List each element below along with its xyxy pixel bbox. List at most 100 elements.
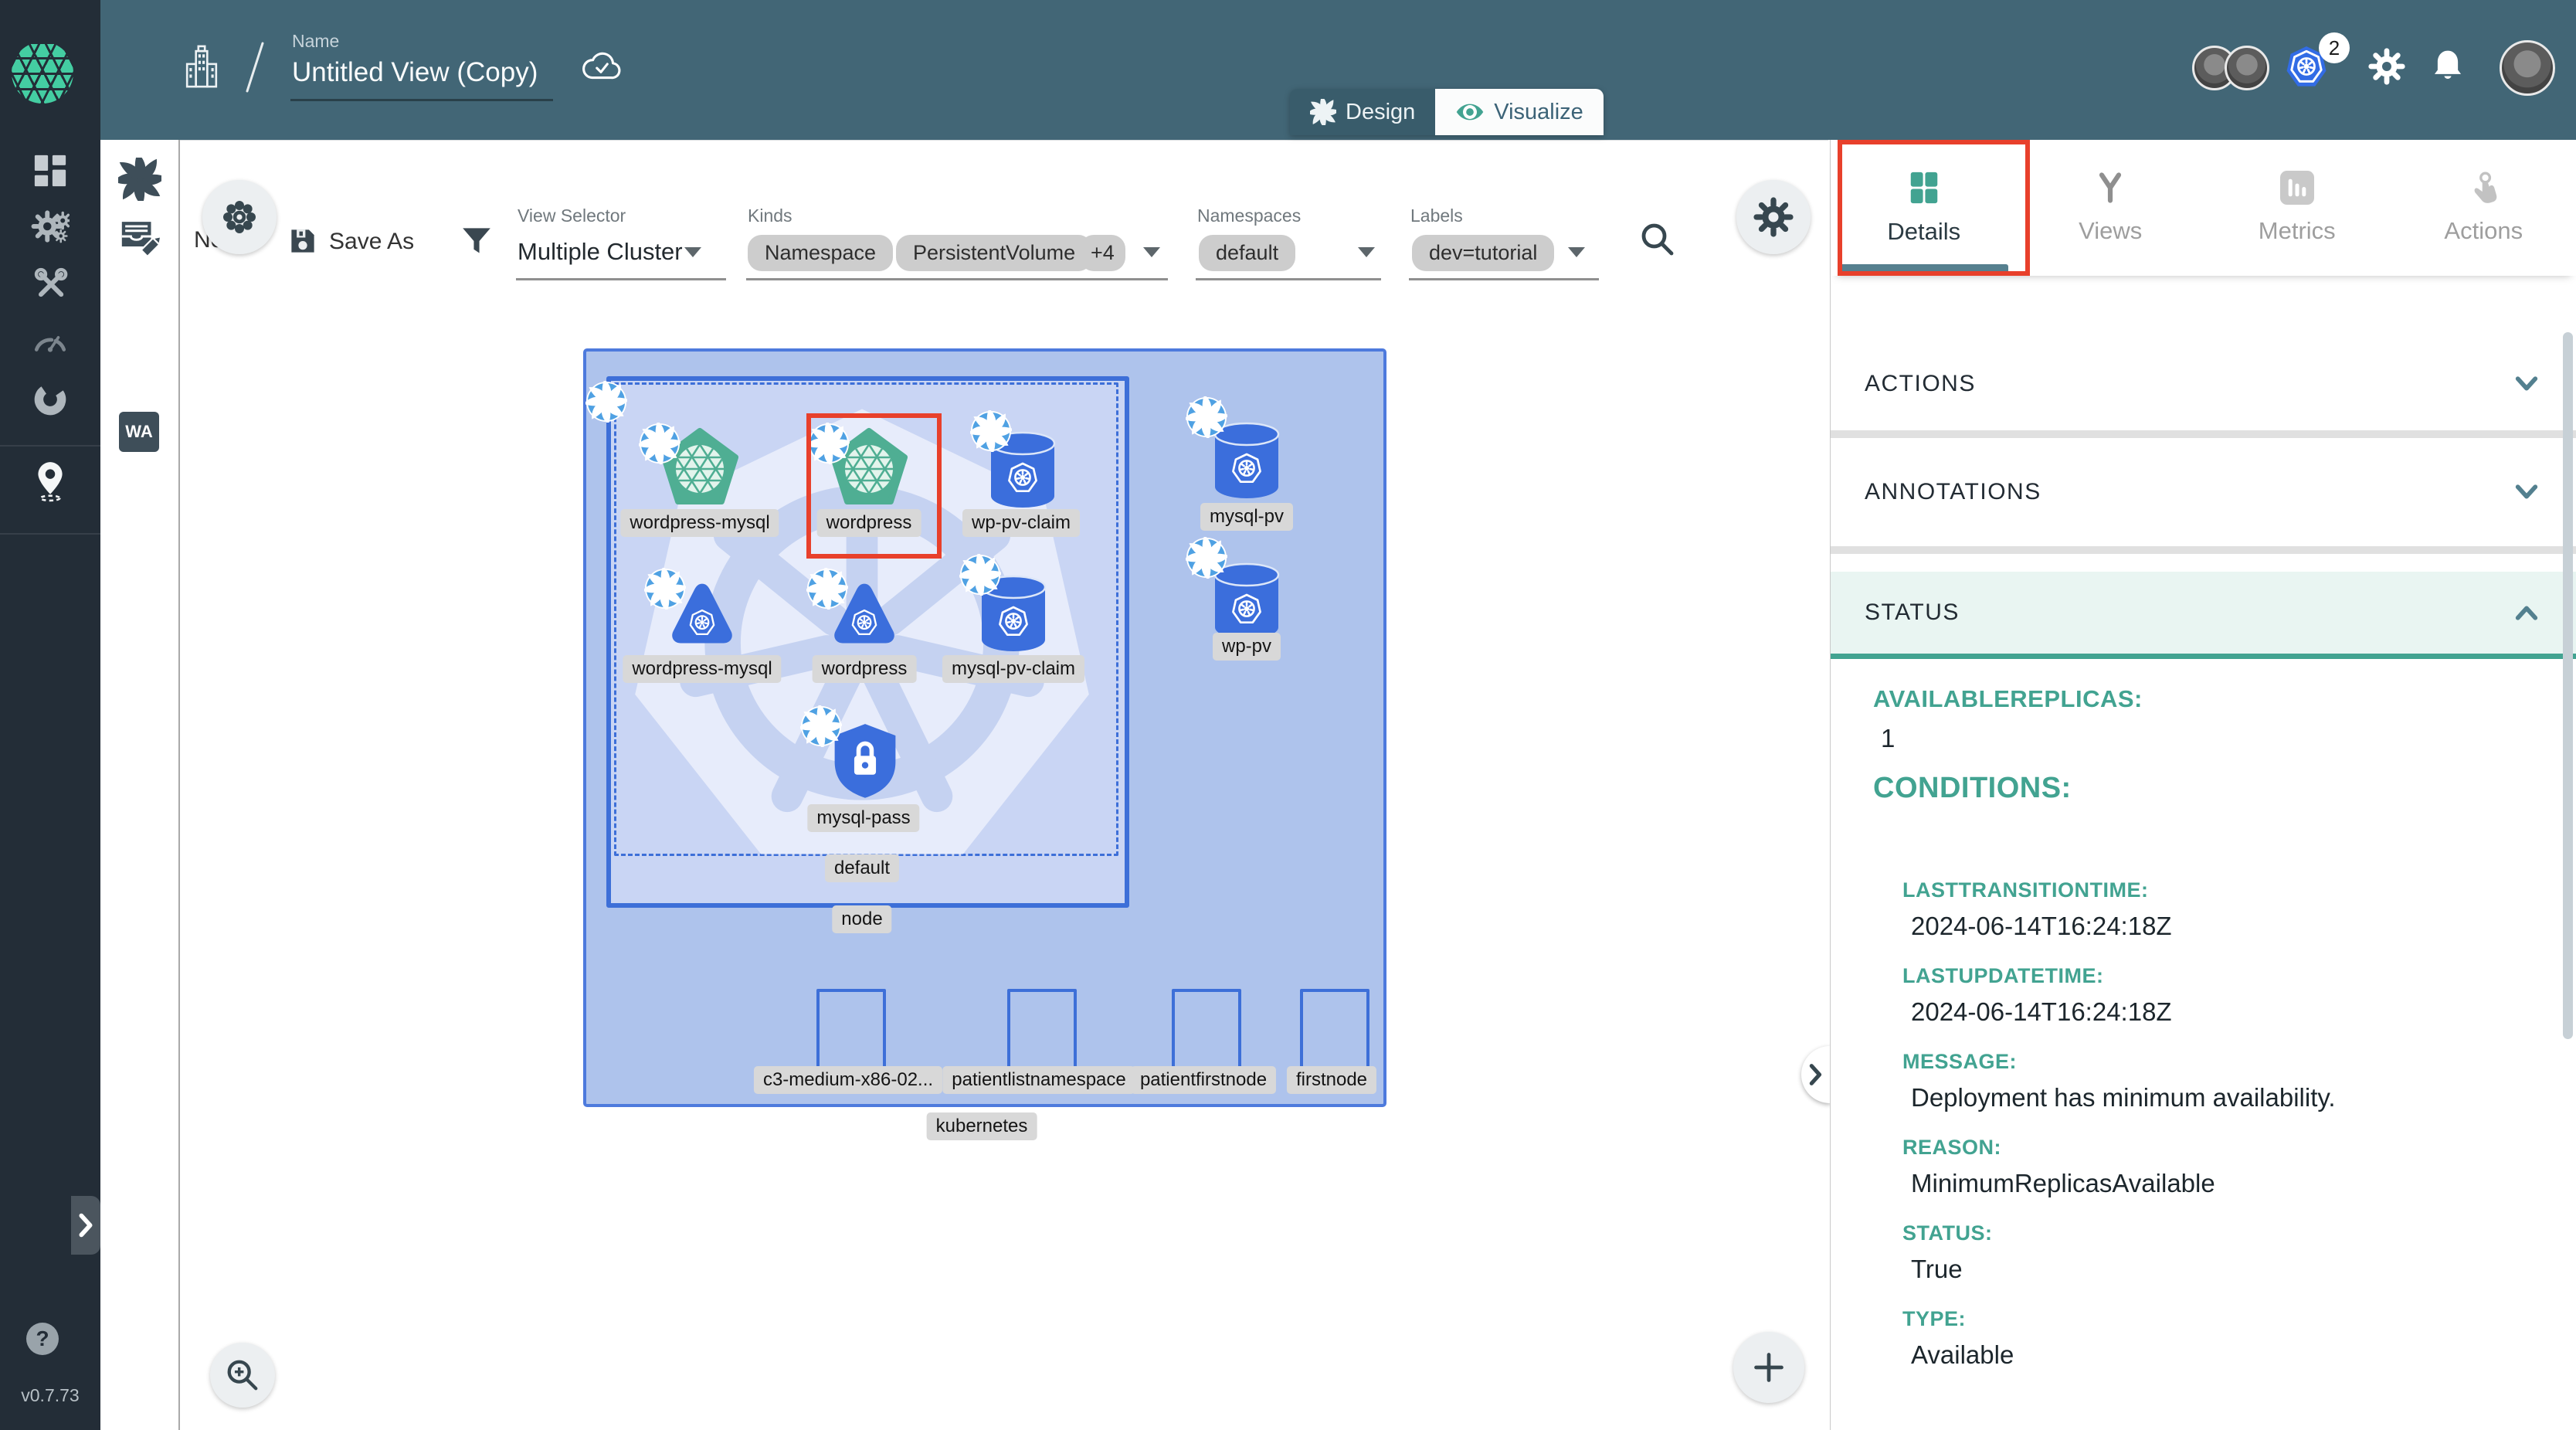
status-key: STATUS: — [1902, 1221, 2546, 1245]
node-label[interactable]: mysql-pv — [1200, 503, 1293, 531]
organization-icon[interactable] — [184, 43, 219, 90]
speedometer-icon — [32, 325, 69, 356]
dropdown-arrow-icon[interactable] — [684, 247, 701, 257]
kind-chip[interactable]: PersistentVolume — [896, 235, 1092, 271]
reason-key: REASON: — [1902, 1136, 2546, 1160]
sidebar-item-location[interactable] — [31, 462, 70, 501]
node-label[interactable]: firstnode — [1287, 1066, 1376, 1094]
filter-funnel-icon[interactable] — [462, 224, 491, 258]
infra-node[interactable] — [1007, 989, 1077, 1069]
condition-item: LASTTRANSITIONTIME: 2024-06-14T16:24:18Z… — [1902, 878, 2546, 1370]
accordion-annotations-title: ANNOTATIONS — [1865, 438, 2041, 546]
plus-icon — [1752, 1350, 1786, 1384]
message-value: Deployment has minimum availability. — [1911, 1083, 2546, 1112]
node-label[interactable]: wordpress — [813, 655, 917, 683]
node-label[interactable]: patientfirstnode — [1131, 1066, 1276, 1094]
mode-toggle: Design Visualize — [1290, 89, 1604, 135]
sync-badge-icon — [639, 423, 680, 464]
namespace-label[interactable]: default — [825, 854, 899, 882]
node-label[interactable]: patientlistnamespace — [942, 1066, 1135, 1094]
chevron-right-icon — [1807, 1061, 1825, 1088]
namespace-chip[interactable]: default — [1199, 235, 1295, 271]
wasm-filter-button[interactable]: WA — [119, 412, 159, 452]
node-label[interactable]: wp-pv-claim — [962, 509, 1080, 537]
add-fab[interactable] — [1733, 1332, 1804, 1403]
zoom-in-icon — [225, 1357, 260, 1393]
visualize-toolbar: New Save As View Selector Multiple Clust… — [178, 140, 1828, 303]
user-avatar[interactable] — [2500, 40, 2555, 96]
dropdown-arrow-icon[interactable] — [1143, 247, 1160, 257]
notification-bell-icon[interactable] — [2432, 46, 2464, 83]
selection-highlight-box — [806, 413, 942, 559]
view-selector-label: View Selector — [518, 205, 626, 226]
search-icon[interactable] — [1639, 221, 1676, 258]
cluster-label[interactable]: kubernetes — [927, 1112, 1037, 1140]
view-selector-underline — [516, 278, 726, 280]
collaborator-avatar[interactable] — [2225, 46, 2269, 90]
node-label[interactable]: c3-medium-x86-02... — [754, 1066, 942, 1094]
dropdown-arrow-icon[interactable] — [1568, 247, 1585, 257]
infra-node[interactable] — [816, 989, 886, 1069]
accordion-annotations[interactable]: ANNOTATIONS — [1831, 438, 2576, 546]
view-name-input[interactable]: Untitled View (Copy) — [292, 57, 538, 88]
node-label[interactable]: mysql-pass — [807, 804, 919, 832]
accordion-actions[interactable]: ACTIONS — [1831, 338, 2576, 430]
last-update-key: LASTUPDATETIME: — [1902, 964, 2546, 988]
visualization-settings-fab[interactable] — [1736, 180, 1811, 254]
available-replicas-key: AVAILABLEREPLICAS: — [1873, 685, 2546, 713]
accordion-status[interactable]: STATUS — [1831, 572, 2576, 659]
sidebar-item-performance[interactable] — [31, 321, 70, 360]
cloud-saved-icon[interactable] — [581, 48, 623, 83]
meshery-app-window: ? v0.7.73 WA — [0, 0, 2576, 1430]
sidebar-expand-button[interactable] — [71, 1196, 100, 1255]
meshsync-fab-button[interactable] — [202, 180, 277, 254]
section-divider — [1831, 546, 2576, 554]
chevron-right-icon — [76, 1212, 95, 1238]
sidebar-item-extensions[interactable] — [31, 380, 70, 419]
accordion-status-title: STATUS — [1865, 572, 1960, 654]
view-name-underline — [290, 99, 553, 101]
view-name-label: Name — [292, 31, 339, 52]
panel-collapse-button[interactable] — [1801, 1046, 1831, 1103]
location-pin-icon — [32, 460, 69, 502]
cluster-node-kubernetes[interactable]: wordpress-mysql wordpress wp-pv-claim my… — [583, 348, 1386, 1107]
node-label[interactable]: wordpress-mysql — [623, 655, 781, 683]
section-divider — [1831, 430, 2576, 438]
meshery-logo-icon[interactable] — [12, 42, 73, 104]
settings-gear-icon[interactable] — [2368, 48, 2405, 85]
sidebar-item-configuration[interactable] — [31, 264, 70, 303]
panel-tabs: Details Views Metrics — [1831, 140, 2576, 276]
kanvas-spiral-button[interactable] — [117, 157, 162, 202]
design-mode-button[interactable]: Design — [1290, 89, 1435, 135]
visualization-canvas[interactable]: wordpress-mysql wordpress wp-pv-claim my… — [178, 140, 1828, 1430]
visualize-mode-button[interactable]: Visualize — [1435, 89, 1604, 135]
node-label[interactable]: wp-pv — [1213, 633, 1281, 661]
design-mode-label: Design — [1346, 100, 1415, 125]
tab-views[interactable]: Views — [2018, 140, 2204, 276]
sidebar-item-dashboard[interactable] — [31, 151, 70, 190]
dropdown-arrow-icon[interactable] — [1358, 247, 1375, 257]
chevron-down-icon — [2513, 375, 2540, 393]
node-label[interactable]: mysql-pv-claim — [942, 655, 1084, 683]
sidebar-item-lifecycle[interactable] — [31, 207, 70, 246]
tab-metrics[interactable]: Metrics — [2204, 140, 2391, 276]
view-selector-value[interactable]: Multiple Cluster — [518, 238, 683, 266]
help-button[interactable]: ? — [26, 1323, 59, 1355]
sync-badge-icon — [970, 410, 1012, 452]
label-chip[interactable]: dev=tutorial — [1412, 235, 1554, 271]
kind-more-chip[interactable]: +4 — [1080, 235, 1125, 271]
infra-node[interactable] — [1172, 989, 1241, 1069]
drawer-edit-button[interactable] — [117, 214, 162, 259]
kind-chip[interactable]: Namespace — [748, 235, 893, 271]
save-as-button[interactable]: Save As — [329, 229, 414, 255]
node-label[interactable]: wordpress-mysql — [620, 509, 779, 537]
kinds-label: Kinds — [748, 205, 792, 226]
tab-actions[interactable]: Actions — [2391, 140, 2576, 276]
last-transition-value: 2024-06-14T16:24:18Z — [1911, 912, 2546, 941]
meshsync-flower-icon — [221, 199, 258, 236]
zoom-in-fab[interactable] — [210, 1343, 275, 1408]
panel-scrollbar[interactable] — [2563, 332, 2573, 1039]
node-label[interactable]: node — [832, 905, 891, 933]
infra-node[interactable] — [1300, 989, 1369, 1069]
type-value: Available — [1911, 1340, 2546, 1370]
